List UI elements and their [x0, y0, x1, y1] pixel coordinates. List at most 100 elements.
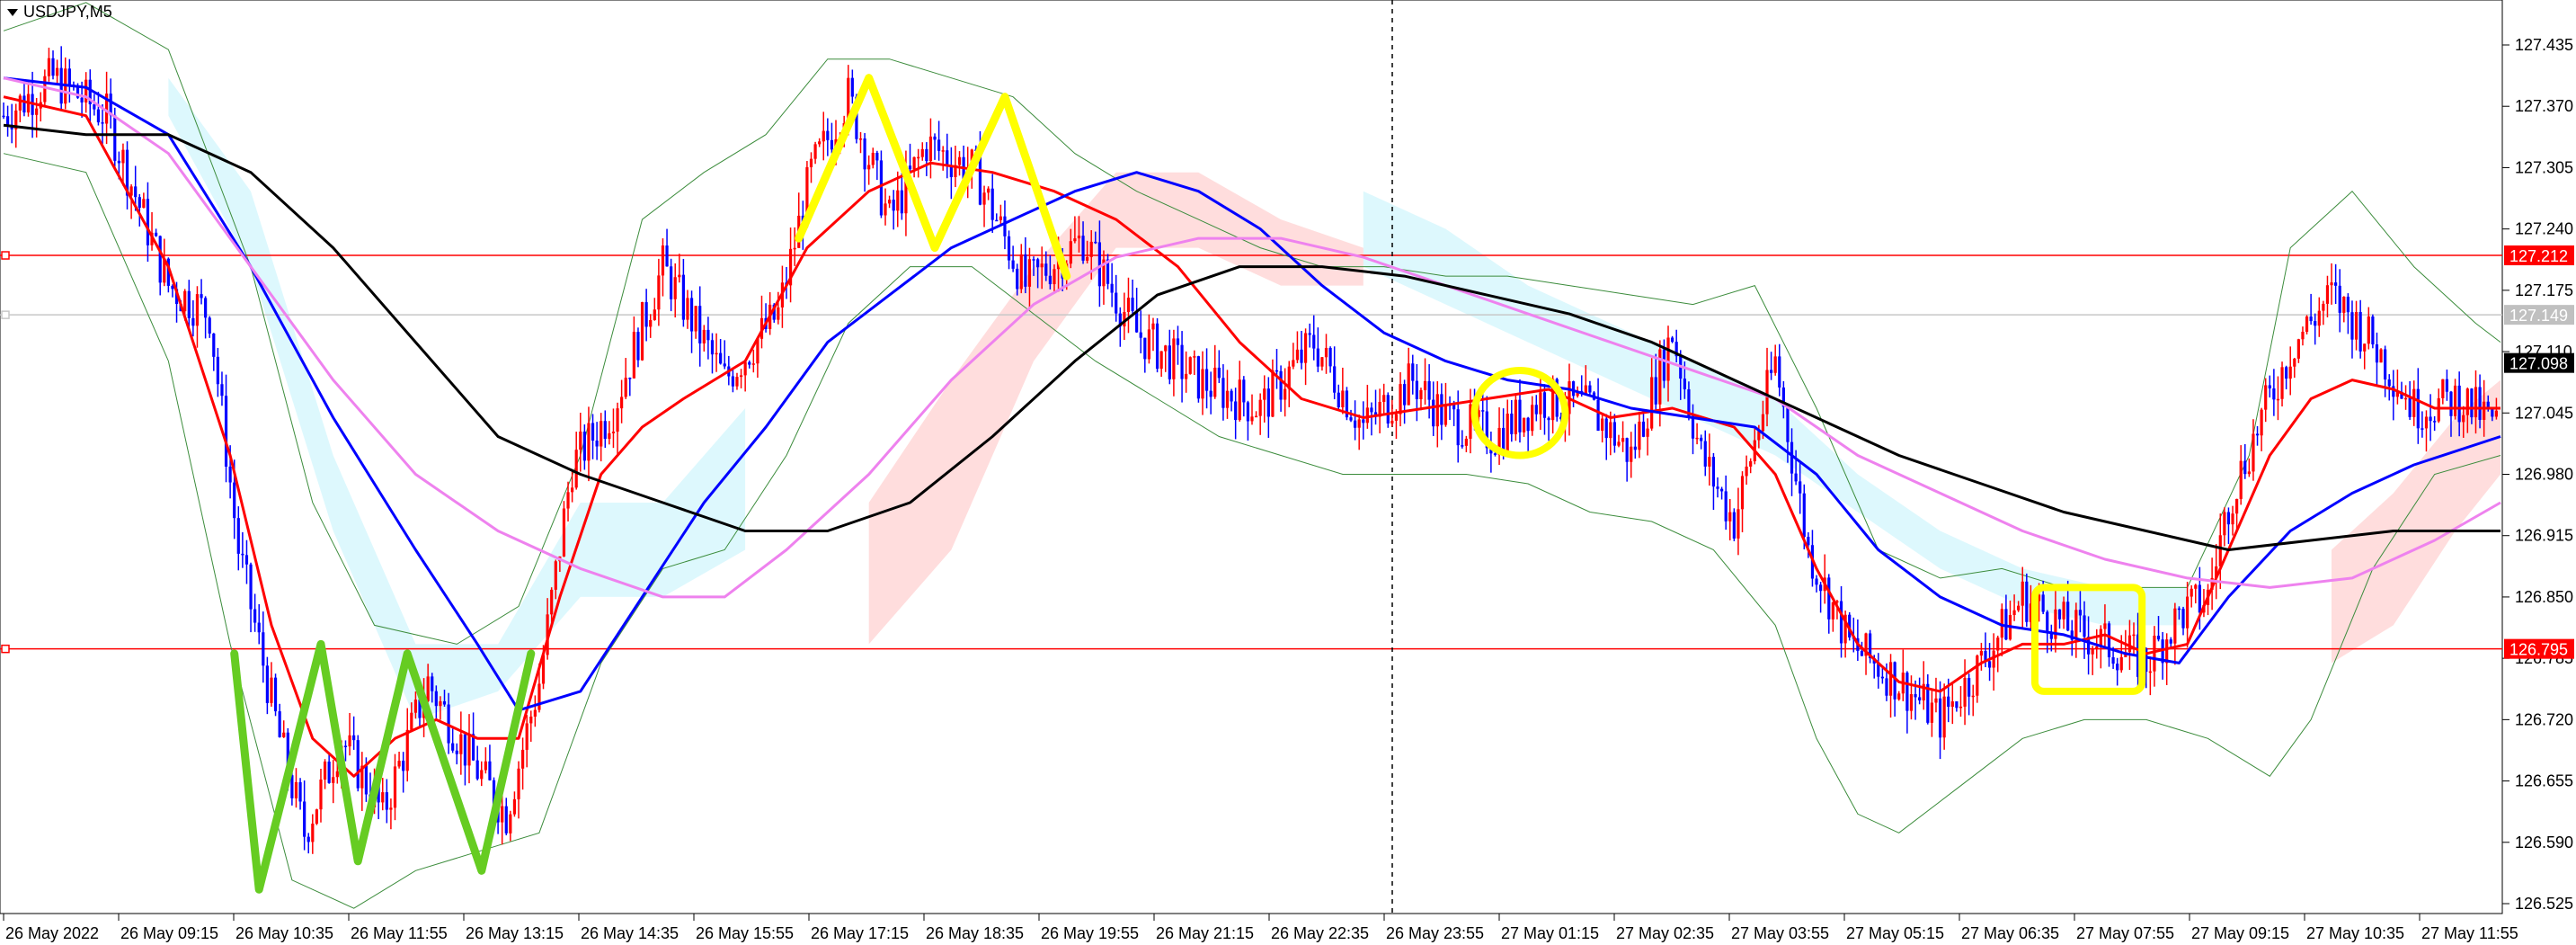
candle-body: [208, 317, 211, 334]
x-tick-label: 27 May 07:55: [2076, 924, 2174, 942]
candle-body: [249, 564, 253, 610]
candle-body: [1193, 356, 1196, 358]
candle-body: [1407, 363, 1410, 406]
candle-body: [2453, 385, 2457, 416]
candle-body: [2021, 581, 2024, 606]
candle-body: [1807, 537, 1810, 546]
candle-body: [2457, 385, 2461, 423]
candle-body: [1324, 347, 1328, 358]
candle-body: [1914, 694, 1917, 698]
candle-body: [1204, 369, 1209, 391]
y-tick-label: 127.175: [2515, 281, 2573, 299]
candle-body: [1646, 428, 1649, 437]
candle-body: [2354, 312, 2358, 340]
candle-body: [1531, 405, 1534, 432]
candle-body: [595, 441, 599, 447]
symbol-label[interactable]: USDJPY,M5: [7, 3, 112, 22]
candle-body: [47, 58, 51, 76]
candle-body: [1432, 399, 1435, 427]
candle-body: [710, 340, 715, 355]
candle-body: [1073, 238, 1077, 242]
candle-body: [1440, 394, 1443, 425]
candle-body: [1172, 338, 1176, 379]
candle-body: [1749, 460, 1753, 467]
candle-body: [2218, 535, 2222, 566]
candle-body: [706, 329, 710, 341]
candle-body: [616, 408, 619, 432]
candle-body: [1719, 488, 1724, 492]
candle-body: [2107, 623, 2111, 657]
candle-body: [850, 77, 854, 97]
candle-body: [1225, 390, 1230, 408]
candle-body: [2173, 608, 2177, 644]
candle-body: [1349, 417, 1353, 421]
price-chart[interactable]: 127.435 127.370 127.305 127.240 127.175 127.1…: [0, 0, 2576, 945]
candle-body: [327, 761, 331, 783]
candle-body: [2433, 421, 2437, 423]
y-tick-label: 126.850: [2515, 588, 2573, 606]
candle-body: [608, 432, 611, 440]
candle-body: [459, 734, 463, 754]
candle-body: [1963, 678, 1967, 707]
candle-body: [2445, 379, 2449, 392]
candle-body: [1815, 578, 1818, 585]
candle-body: [1700, 437, 1703, 441]
y-tick-label: 126.590: [2515, 834, 2573, 851]
candle-body: [1547, 417, 1550, 421]
candle-body: [1403, 384, 1407, 406]
candle-body: [504, 806, 508, 834]
x-tick-label: 26 May 14:35: [581, 924, 679, 942]
candle-body: [2412, 388, 2416, 417]
candle-body: [348, 735, 351, 747]
candle-body: [1180, 344, 1184, 379]
candle-body: [2462, 415, 2465, 423]
candle-body: [2350, 312, 2354, 340]
candle-body: [946, 150, 949, 166]
candle-body: [442, 700, 447, 705]
candle-body: [1666, 337, 1670, 381]
candle-body: [2148, 671, 2152, 673]
candle-body: [1238, 379, 1241, 421]
candle-body: [2041, 594, 2045, 612]
candle-body: [1139, 332, 1142, 338]
candle-body: [356, 740, 360, 789]
candle-body: [1266, 388, 1270, 417]
candle-body: [1312, 334, 1316, 349]
candle-body: [525, 723, 529, 750]
candle-body: [2379, 349, 2383, 363]
candle-body: [2375, 344, 2379, 363]
candle-body: [550, 589, 554, 615]
candle-body: [187, 290, 191, 318]
candle-body: [204, 298, 208, 318]
candle-body: [410, 712, 413, 730]
candle-body: [2322, 303, 2325, 311]
candle-body: [270, 677, 273, 703]
candle-body: [352, 735, 356, 741]
candle-body: [1115, 292, 1118, 314]
candle-body: [554, 561, 557, 590]
candle-body: [335, 771, 339, 778]
candle-body: [2012, 610, 2016, 615]
candle-body: [686, 298, 689, 320]
candle-body: [1089, 241, 1093, 257]
candle-body: [2449, 391, 2453, 416]
candle-body: [751, 363, 755, 365]
candle-body: [402, 761, 405, 771]
candle-body: [748, 361, 751, 365]
candle-body: [582, 431, 586, 461]
x-tick-label: 26 May 2022: [5, 924, 99, 942]
candle-body: [1464, 438, 1468, 446]
candle-body: [2235, 498, 2239, 514]
candle-body: [1778, 356, 1781, 388]
candle-body: [571, 487, 574, 493]
dropdown-triangle-icon[interactable]: [7, 8, 18, 16]
candle-body: [826, 130, 830, 140]
candle-body: [1691, 415, 1695, 439]
candle-body: [2371, 316, 2375, 345]
candle-body: [937, 139, 941, 151]
candle-body: [1518, 399, 1522, 432]
candle-body: [2083, 615, 2086, 637]
candle-body: [1802, 493, 1806, 538]
candle-body: [925, 148, 928, 162]
candle-body: [2470, 388, 2474, 418]
